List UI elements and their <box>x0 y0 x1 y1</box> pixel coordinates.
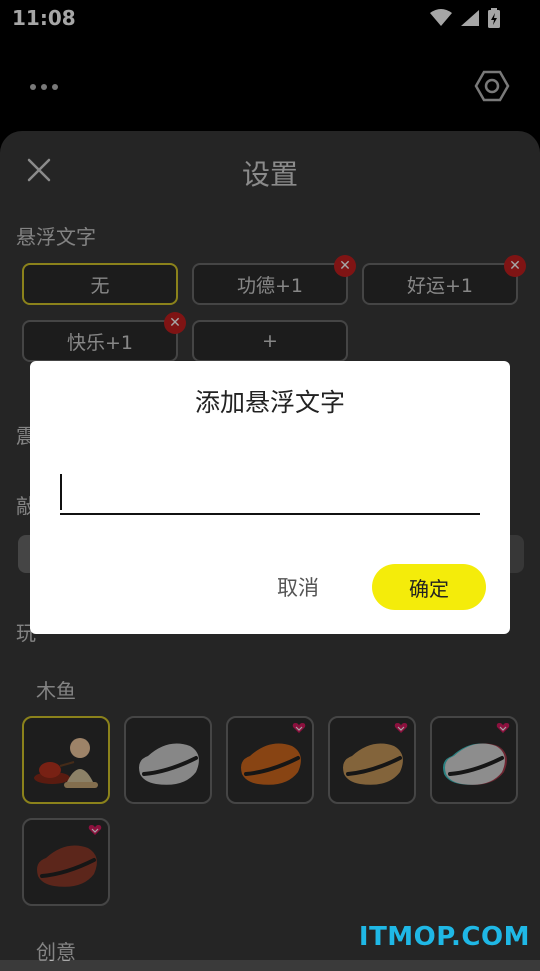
watermark: ITMOP.COM <box>358 922 530 952</box>
cancel-button[interactable]: 取消 <box>258 564 338 610</box>
add-float-text-dialog: 添加悬浮文字 取消 确定 <box>30 361 510 634</box>
dialog-title: 添加悬浮文字 <box>194 388 345 417</box>
text-cursor <box>60 474 62 510</box>
confirm-button[interactable]: 确定 <box>372 564 486 610</box>
float-text-input[interactable] <box>60 469 480 515</box>
